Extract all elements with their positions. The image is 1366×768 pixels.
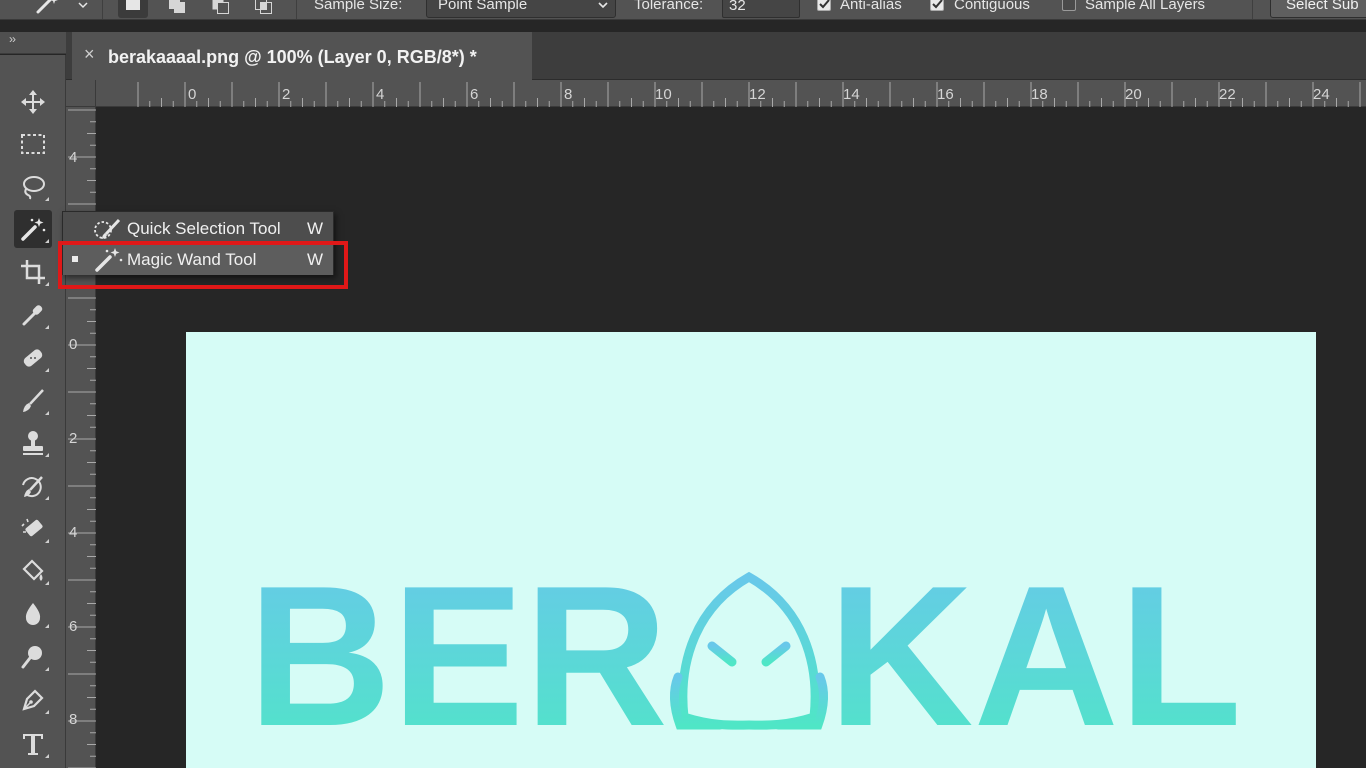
toolbar-header: ›› [0, 32, 66, 54]
move-tool[interactable] [14, 83, 52, 121]
new-selection-icon [126, 0, 140, 10]
type-tool[interactable] [14, 725, 52, 763]
ruler-label: 18 [1031, 86, 1048, 103]
anti-alias-checkbox[interactable] [817, 0, 831, 11]
paint-bucket-icon [22, 559, 44, 581]
subtract-from-selection-button[interactable] [205, 0, 235, 18]
quick-selection-tool-label: Quick Selection Tool [127, 219, 281, 238]
close-tab-icon[interactable]: × [84, 44, 95, 65]
logo-text-left: BER [248, 545, 668, 768]
sample-size-value: Point Sample [438, 0, 528, 13]
magic-wand-icon [36, 0, 58, 14]
ruler-origin[interactable] [66, 80, 96, 107]
history-brush-icon [22, 476, 43, 498]
magic-wand-tool[interactable] [14, 210, 52, 248]
chevron-down-icon [78, 2, 88, 9]
ruler-label: 24 [1313, 86, 1330, 103]
brush-icon [23, 389, 44, 412]
ruler-label: 4 [69, 149, 78, 166]
stamp-icon [23, 431, 43, 455]
ruler-label: 6 [470, 86, 479, 103]
ruler-label: 8 [564, 86, 573, 103]
dodge-tool[interactable] [14, 638, 52, 676]
checkmark-icon [819, 0, 830, 9]
tool-preset-picker[interactable] [30, 0, 94, 18]
eyedropper-tool[interactable] [14, 296, 52, 334]
ruler-label: 10 [655, 86, 672, 103]
ruler-label: 0 [69, 336, 78, 353]
ruler-label: 0 [188, 86, 197, 103]
add-to-selection-button[interactable] [162, 0, 192, 18]
document-tab-bar: × berakaaaal.png @ 100% (Layer 0, RGB/8*… [66, 32, 1366, 80]
ruler-label: 14 [843, 86, 860, 103]
ruler-label: 6 [69, 618, 78, 635]
sample-size-dropdown[interactable]: Point Sample [426, 0, 616, 18]
move-icon [21, 90, 45, 114]
sample-size-label: Sample Size: [314, 0, 403, 13]
ruler-label: 12 [749, 86, 766, 103]
select-subject-label: Select Sub [1286, 0, 1359, 13]
berakal-logo: BER KAL [248, 545, 1242, 768]
tools-panel [0, 55, 66, 768]
eraser-tool[interactable] [14, 510, 52, 548]
type-icon [23, 734, 43, 755]
logo-text-right: KAL [828, 545, 1242, 768]
ruler-label: 2 [282, 86, 291, 103]
rectangular-marquee-icon [21, 134, 45, 154]
tolerance-label: Tolerance: [634, 0, 704, 13]
intersect-selection-button[interactable] [248, 0, 278, 18]
ruler-label: 4 [69, 524, 78, 541]
ruler-label: 22 [1219, 86, 1236, 103]
crop-icon [21, 260, 45, 284]
contiguous-label: Contiguous [954, 0, 1030, 13]
pen-icon [22, 689, 44, 711]
sample-all-layers-checkbox[interactable] [1062, 0, 1076, 11]
brain-leaf-icon [670, 571, 828, 732]
brush-tool[interactable] [14, 382, 52, 420]
ruler-label: 2 [69, 430, 78, 447]
document-tab[interactable]: × berakaaaal.png @ 100% (Layer 0, RGB/8*… [72, 32, 532, 80]
ruler-label: 8 [69, 711, 78, 728]
paint-bucket-tool[interactable] [14, 552, 52, 590]
history-brush-tool[interactable] [14, 467, 52, 505]
annotation-highlight-box [58, 241, 348, 289]
anti-alias-label: Anti-alias [840, 0, 902, 13]
blur-tool[interactable] [14, 595, 52, 633]
eyedropper-icon [22, 305, 43, 326]
lasso-icon [23, 176, 45, 200]
tolerance-input[interactable]: 32 [722, 0, 800, 18]
quick-selection-tool-shortcut: W [307, 219, 324, 238]
document-canvas[interactable]: BER KAL [186, 332, 1316, 768]
healing-brush-tool[interactable] [14, 339, 52, 377]
eraser-icon [21, 518, 43, 537]
crop-tool[interactable] [14, 253, 52, 291]
collapse-toolbar-button[interactable]: ›› [9, 32, 16, 46]
intersect-selection-icon [255, 0, 272, 14]
document-title: berakaaaal.png @ 100% (Layer 0, RGB/8*) … [108, 47, 477, 67]
subtract-from-selection-icon [212, 0, 229, 14]
chevron-down-icon [598, 2, 608, 9]
water-drop-icon [25, 603, 41, 625]
quick-selection-icon [94, 218, 121, 239]
checkmark-icon [932, 0, 943, 9]
add-to-selection-icon [169, 0, 185, 13]
dodge-icon [21, 646, 42, 669]
quick-selection-tool-item[interactable]: Quick Selection Tool W [63, 213, 333, 244]
contiguous-checkbox[interactable] [930, 0, 944, 11]
ruler-label: 16 [937, 86, 954, 103]
pen-tool[interactable] [14, 681, 52, 719]
sample-all-layers-label: Sample All Layers [1085, 0, 1206, 13]
ruler-label: 20 [1125, 86, 1142, 103]
ruler-label: 4 [376, 86, 385, 103]
options-bar: Sample Size: Point Sample Tolerance: 32 … [0, 0, 1366, 20]
magic-wand-icon [21, 218, 46, 241]
marquee-tool[interactable] [14, 125, 52, 163]
lasso-tool[interactable] [14, 168, 52, 206]
horizontal-ruler[interactable]: 0 2 4 6 8 10 12 14 16 18 20 22 24 [96, 80, 1366, 107]
clone-stamp-tool[interactable] [14, 424, 52, 462]
vertical-ruler[interactable]: 4 0 2 4 6 8 [66, 107, 96, 768]
bandage-icon [23, 349, 43, 367]
select-subject-button[interactable]: Select Sub [1270, 0, 1366, 18]
new-selection-button[interactable] [118, 0, 148, 18]
